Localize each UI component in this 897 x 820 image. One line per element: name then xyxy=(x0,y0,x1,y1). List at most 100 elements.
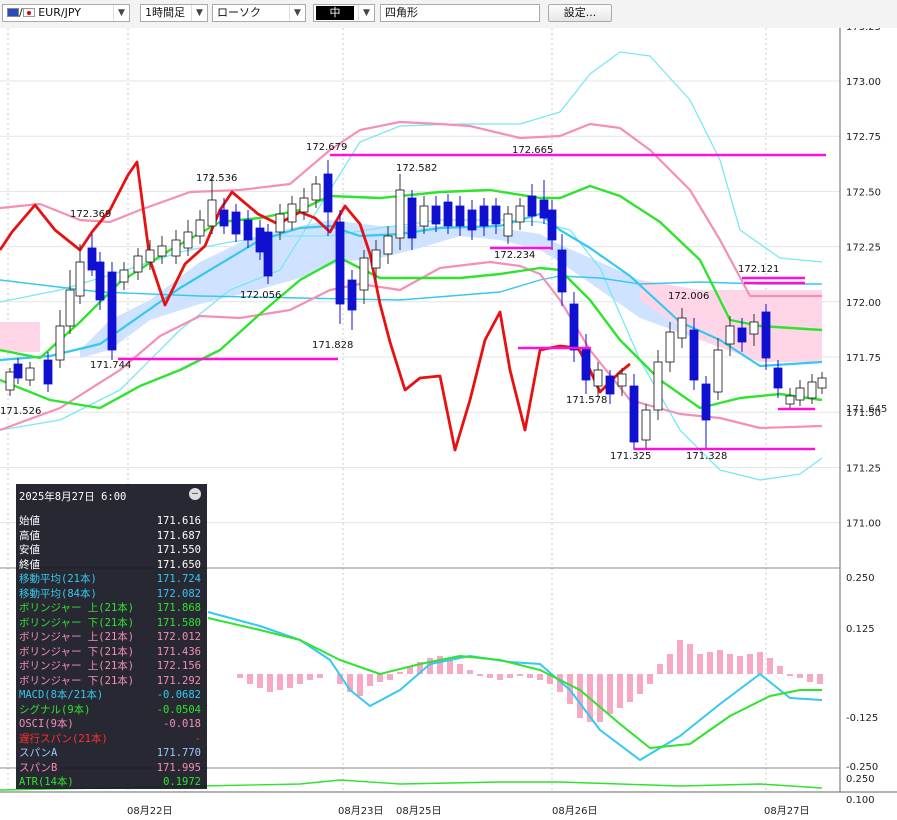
candle-body xyxy=(323,173,333,213)
candle-body xyxy=(479,205,489,227)
date-label: 08月25日 xyxy=(396,805,441,817)
candle-body xyxy=(133,255,143,273)
macd-histogram-bar xyxy=(277,674,283,690)
row-value: 171.995 xyxy=(156,761,201,774)
line-width-select[interactable]: 中 ▼ xyxy=(313,4,375,22)
candle-body xyxy=(581,347,591,381)
macd-histogram-bar xyxy=(467,670,473,674)
macd-histogram-bar xyxy=(777,666,783,674)
price-annotation: 172.234 xyxy=(494,250,535,261)
jp-flag-icon xyxy=(22,8,35,17)
chevron-down-icon: ▼ xyxy=(358,5,374,21)
macd-tick: 0.250 xyxy=(846,573,875,584)
symbol-select[interactable]: / EUR/JPY ▼ xyxy=(2,4,130,22)
macd-histogram-bar xyxy=(767,658,773,674)
row-value: 171.724 xyxy=(156,573,201,585)
macd-histogram-bar xyxy=(497,674,503,680)
data-window-row: OSCI(9本) -0.018 xyxy=(16,717,207,732)
macd-histogram-bar xyxy=(627,674,633,702)
chart-type-label: ローソク xyxy=(217,6,261,19)
candle-body xyxy=(171,239,181,257)
price-tick: 172.25 xyxy=(846,243,881,254)
data-window-row: スパンA 171.770 xyxy=(16,746,207,761)
data-window-row: 移動平均(84本) 172.082 xyxy=(16,587,207,602)
macd-tick: -0.125 xyxy=(846,713,878,724)
candle-body xyxy=(335,221,345,305)
drawing-tool-field[interactable]: 四角形 xyxy=(380,4,540,22)
macd-histogram-bar xyxy=(237,674,243,678)
data-window-row: ボリンジャー 下(21本) 171.580 xyxy=(16,616,207,631)
timeframe-label: 1時間足 xyxy=(145,6,185,19)
row-label: 移動平均(84本) xyxy=(19,587,97,600)
candle-body xyxy=(467,209,477,231)
timeframe-select[interactable]: 1時間足 ▼ xyxy=(140,4,208,22)
candle-body xyxy=(677,317,687,339)
candle-body xyxy=(665,331,675,363)
candle-body xyxy=(13,363,23,379)
price-annotation: 172.665 xyxy=(512,145,553,156)
atr-tick: 0.250 xyxy=(846,774,875,785)
macd-histogram-bar xyxy=(737,656,743,674)
candle-body xyxy=(689,329,699,381)
row-label: 移動平均(21本) xyxy=(19,573,97,585)
row-label: 始値 xyxy=(19,515,40,527)
row-value: -0.018 xyxy=(163,718,201,730)
candle-body xyxy=(419,205,429,227)
data-window-row: ボリンジャー 上(21本) 171.868 xyxy=(16,601,207,616)
price-annotation: 171.325 xyxy=(610,451,651,462)
candle-body xyxy=(183,231,193,249)
row-label: MACD(8本/21本) xyxy=(19,689,104,701)
candle-body xyxy=(195,219,205,237)
candle-body xyxy=(347,279,357,311)
data-window-row: シグナル(9本) -0.0504 xyxy=(16,703,207,718)
row-label: ATR(14本) xyxy=(19,776,74,788)
candle-body xyxy=(817,377,827,389)
row-label: シグナル(9本) xyxy=(19,703,91,716)
settings-button[interactable]: 設定... xyxy=(548,4,612,22)
data-window-row: 終値 171.650 xyxy=(16,558,207,573)
macd-histogram-bar xyxy=(517,674,523,676)
candle-body xyxy=(145,249,155,263)
price-tick: 172.50 xyxy=(846,187,881,198)
macd-histogram-bar xyxy=(297,674,303,684)
row-label: ボリンジャー 下(21本) xyxy=(19,616,135,629)
collapse-icon[interactable]: – xyxy=(189,488,201,500)
row-label: スパンB xyxy=(19,761,58,774)
macd-histogram-bar xyxy=(687,644,693,674)
macd-histogram-bar xyxy=(817,674,823,684)
chart-type-select[interactable]: ローソク ▼ xyxy=(212,4,306,22)
macd-histogram-bar xyxy=(797,674,803,678)
macd-histogram-bar xyxy=(287,674,293,688)
candle-body xyxy=(207,199,217,227)
macd-histogram-bar xyxy=(617,674,623,708)
row-value: 171.436 xyxy=(156,645,201,658)
row-value: 172.082 xyxy=(156,587,201,600)
candle-body xyxy=(231,211,241,235)
row-label: ボリンジャー 上(21本) xyxy=(19,602,135,614)
date-label: 08月26日 xyxy=(552,805,597,817)
data-window-row: ATR(14本) 0.1972 xyxy=(16,775,207,790)
candle-body xyxy=(407,197,417,239)
macd-histogram-bar xyxy=(597,674,603,722)
candle-body xyxy=(653,361,663,411)
candle-body xyxy=(255,227,265,253)
row-value: 171.770 xyxy=(156,747,201,759)
row-label: 遅行スパン(21本) xyxy=(19,732,108,745)
drawing-tool-label: 四角形 xyxy=(385,6,418,19)
data-window-rows: 始値 171.616 高値 171.687 安値 171.550 終値 171.650 移動平均… xyxy=(16,514,207,790)
candle-body xyxy=(359,257,369,291)
atr-tick: 0.100 xyxy=(846,795,875,806)
price-annotation: 171.328 xyxy=(686,451,727,462)
macd-histogram-bar xyxy=(667,654,673,674)
row-value: 171.687 xyxy=(156,529,201,542)
candle-body xyxy=(593,369,603,387)
current-price-label: 171.645 xyxy=(846,404,887,415)
candle-body xyxy=(547,209,557,241)
candle-body xyxy=(43,359,53,385)
candle-body xyxy=(299,197,309,213)
candle-body xyxy=(55,325,65,361)
candle-body xyxy=(75,261,85,297)
candle-body xyxy=(311,183,321,201)
price-annotation: 172.536 xyxy=(196,173,237,184)
data-window: 2025年8月27日 6:00 – 始値 171.616 高値 171.687 安値 17… xyxy=(16,484,207,789)
